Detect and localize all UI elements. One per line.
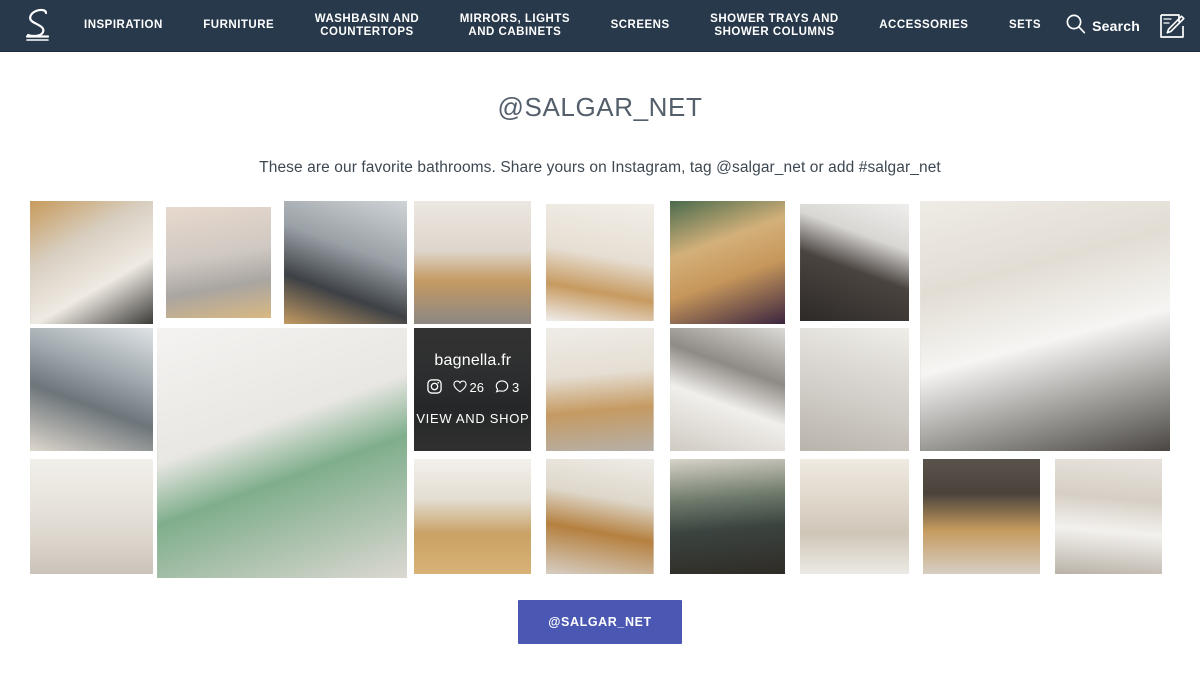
gallery-tile-4-image xyxy=(414,201,532,324)
gallery-tile-8-image xyxy=(919,201,1170,451)
gallery-tile-6-image xyxy=(669,201,785,324)
top-navigation-bar: INSPIRATION FURNITURE WASHBASIN AND COUN… xyxy=(0,0,1200,52)
gallery-tile-13[interactable] xyxy=(669,328,785,451)
gallery-tile-9[interactable] xyxy=(30,328,154,451)
gallery-tile-17[interactable] xyxy=(546,459,654,574)
salgar-s-logo[interactable] xyxy=(20,6,56,46)
nav-right-actions: Search xyxy=(1065,12,1186,40)
instagram-gallery-grid: bagnella.fr 26 3 VIEW AND SHOP xyxy=(30,201,1170,578)
page-title: @SALGAR_NET xyxy=(497,92,703,122)
gallery-tile-21[interactable] xyxy=(1054,459,1162,574)
gallery-tile-5[interactable] xyxy=(546,204,654,321)
gallery-tile-12[interactable] xyxy=(546,328,654,451)
gallery-tile-2-image xyxy=(166,207,272,318)
gallery-tile-1-image xyxy=(30,201,154,324)
gallery-tile-3-image xyxy=(284,201,408,324)
instagram-icon xyxy=(426,378,442,397)
gallery-tile-18[interactable] xyxy=(669,459,785,574)
gallery-tile-8-large[interactable] xyxy=(919,201,1170,451)
page-content: @SALGAR_NET These are our favorite bathr… xyxy=(0,52,1200,644)
search-button[interactable]: Search xyxy=(1065,13,1140,39)
overlay-likes-count: 26 xyxy=(469,380,484,395)
footer-area: @SALGAR_NET xyxy=(0,600,1200,644)
gallery-tile-14[interactable] xyxy=(799,328,909,451)
gallery-tile-17-image xyxy=(546,459,654,574)
nav-item-washbasin-and-countertops[interactable]: WASHBASIN AND COUNTERTOPS xyxy=(309,13,425,39)
gallery-tile-16[interactable] xyxy=(414,459,532,574)
gallery-tile-4[interactable] xyxy=(414,201,532,324)
gallery-tile-14-image xyxy=(799,328,909,451)
search-icon xyxy=(1065,13,1086,39)
gallery-tile-19-image xyxy=(799,459,909,574)
nav-item-inspiration[interactable]: INSPIRATION xyxy=(78,19,169,32)
gallery-tile-21-image xyxy=(1054,459,1162,574)
gallery-tile-1[interactable] xyxy=(30,201,154,324)
gallery-tile-15[interactable] xyxy=(30,459,154,574)
pencil-edit-icon[interactable] xyxy=(1158,12,1186,40)
nav-item-mirrors-lights-and-cabinets[interactable]: MIRRORS, LIGHTS AND CABINETS xyxy=(454,13,576,39)
gallery-tile-10-large[interactable] xyxy=(157,328,408,578)
gallery-tile-18-image xyxy=(669,459,785,574)
gallery-tile-20[interactable] xyxy=(922,459,1040,574)
gallery-tile-19[interactable] xyxy=(799,459,909,574)
gallery-tile-3[interactable] xyxy=(284,201,408,324)
overlay-stats: 26 3 xyxy=(426,378,520,397)
view-and-shop-button[interactable]: VIEW AND SHOP xyxy=(416,411,529,426)
nav-item-accessories[interactable]: ACCESSORIES xyxy=(873,19,974,32)
search-label: Search xyxy=(1092,17,1140,34)
overlay-comments: 3 xyxy=(495,379,520,396)
gallery-tile-7-image xyxy=(799,204,909,321)
gallery-tile-13-image xyxy=(669,328,785,451)
overlay-comments-count: 3 xyxy=(512,380,520,395)
overlay-likes: 26 xyxy=(452,379,484,396)
gallery-tile-10-image xyxy=(157,328,408,578)
gallery-tile-2[interactable] xyxy=(166,207,272,318)
heart-icon xyxy=(452,379,467,396)
salgar-net-cta-button[interactable]: @SALGAR_NET xyxy=(518,600,682,644)
gallery-tile-5-image xyxy=(546,204,654,321)
gallery-tile-15-image xyxy=(30,459,154,574)
page-subtitle: These are our favorite bathrooms. Share … xyxy=(259,159,941,176)
nav-item-screens[interactable]: SCREENS xyxy=(605,19,676,32)
overlay-username: bagnella.fr xyxy=(434,351,512,369)
gallery-tile-20-image xyxy=(922,459,1040,574)
gallery-tile-12-image xyxy=(546,328,654,451)
gallery-tile-9-image xyxy=(30,328,154,451)
gallery-tile-7[interactable] xyxy=(799,204,909,321)
nav-item-shower-trays-and-shower-columns[interactable]: SHOWER TRAYS AND SHOWER COLUMNS xyxy=(704,13,845,39)
gallery-tile-11-overlay[interactable]: bagnella.fr 26 3 VIEW AND SHOP xyxy=(414,328,532,451)
instagram-post-overlay[interactable]: bagnella.fr 26 3 VIEW AND SHOP xyxy=(414,328,532,451)
nav-item-sets[interactable]: SETS xyxy=(1003,19,1047,32)
comment-bubble-icon xyxy=(495,379,509,396)
gallery-tile-6[interactable] xyxy=(669,201,785,324)
nav-item-list: INSPIRATION FURNITURE WASHBASIN AND COUN… xyxy=(78,0,1051,51)
gallery-tile-16-image xyxy=(414,459,532,574)
nav-item-furniture[interactable]: FURNITURE xyxy=(197,19,280,32)
